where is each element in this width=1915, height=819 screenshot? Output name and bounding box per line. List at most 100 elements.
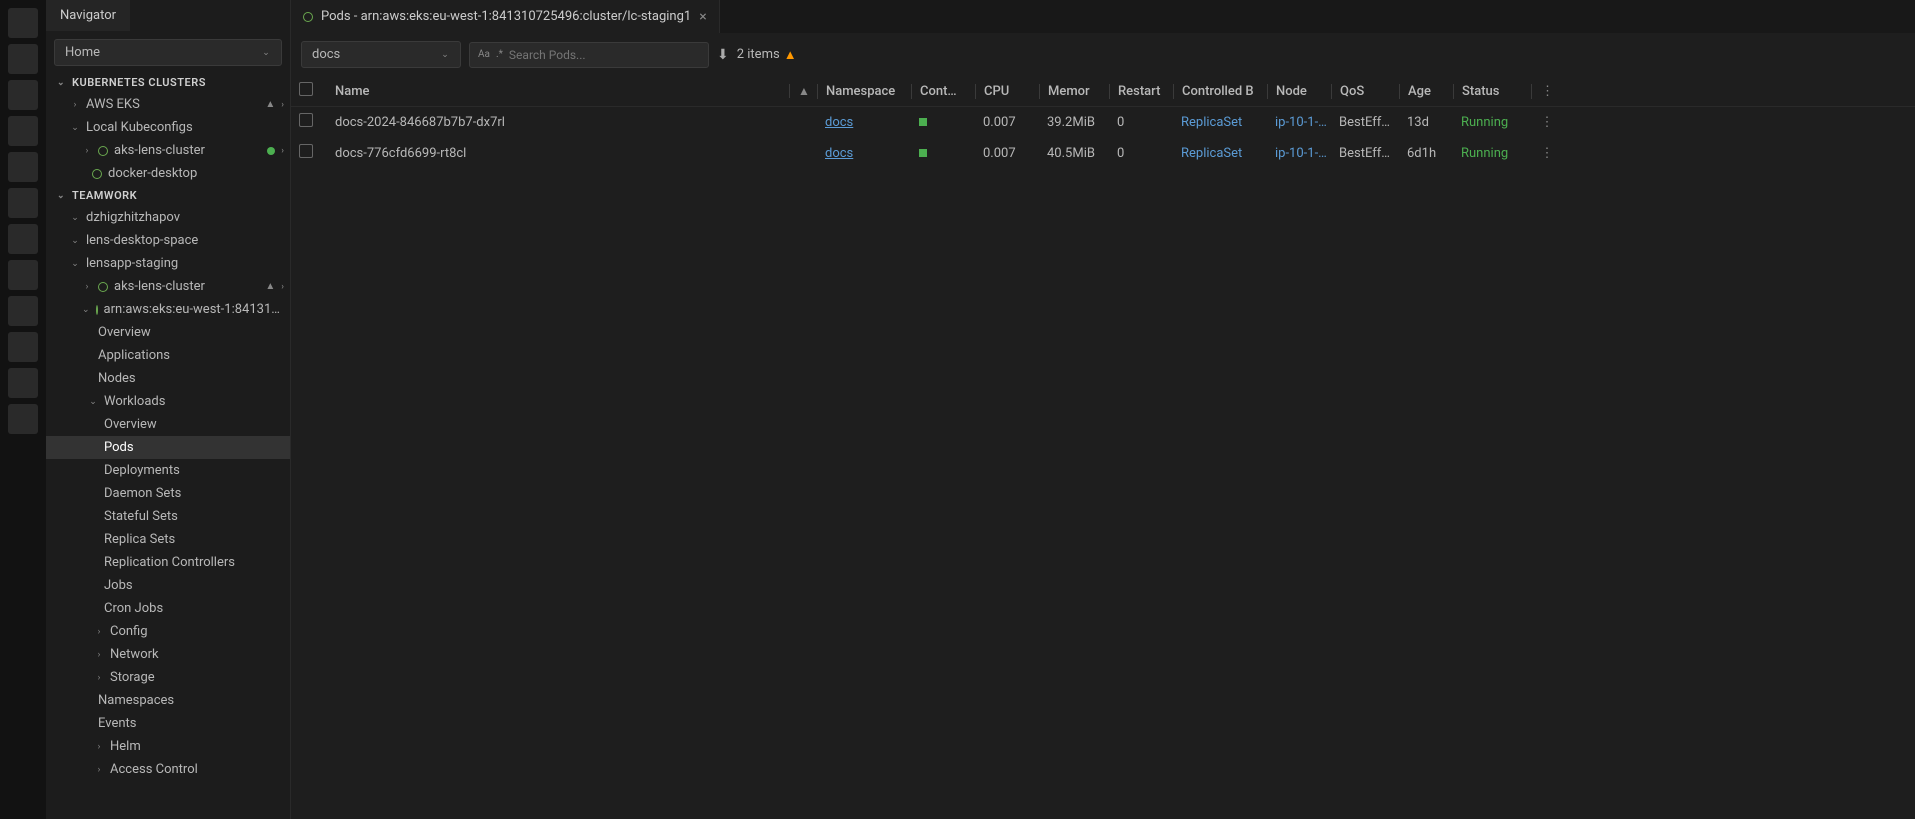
tree-item-aks-lens-cluster2[interactable]: › aks-lens-cluster ▲ › <box>46 275 290 298</box>
row-checkbox[interactable] <box>299 144 331 162</box>
col-status[interactable]: Status <box>1453 84 1527 99</box>
regex-toggle[interactable]: .* <box>496 49 503 60</box>
warning-icon: ▲ <box>265 99 275 110</box>
table-row[interactable]: docs-776cfd6699-rt8cl docs 0.007 40.5MiB… <box>291 138 1915 169</box>
select-all-checkbox[interactable] <box>299 82 331 100</box>
tree-item-local-kubeconfigs[interactable]: ⌄ Local Kubeconfigs <box>46 116 290 139</box>
col-containers[interactable]: Cont… <box>911 84 971 99</box>
table-header: Name ▲ Namespace Cont… CPU Memor Restart… <box>291 76 1915 107</box>
row-checkbox[interactable] <box>299 113 331 131</box>
namespace-select[interactable]: docs ⌄ <box>301 41 461 68</box>
rail-slot[interactable] <box>8 152 38 182</box>
rail-slot[interactable] <box>8 296 38 326</box>
tree-item-replica-sets[interactable]: Replica Sets <box>46 528 290 551</box>
row-menu-icon[interactable]: ⋮ <box>1531 146 1555 161</box>
tree-item-network[interactable]: › Network <box>46 643 290 666</box>
chevron-right-icon: › <box>281 146 284 156</box>
tree-item-nodes[interactable]: Nodes <box>46 367 290 390</box>
table-row[interactable]: docs-2024-846687b7b7-dx7rl docs 0.007 39… <box>291 107 1915 138</box>
download-icon[interactable]: ⬇ <box>717 47 729 63</box>
toolbar: docs ⌄ Aa .* ⬇ 2 items ▲ <box>291 33 1915 76</box>
rail-slot[interactable] <box>8 368 38 398</box>
tree-item-daemon-sets[interactable]: Daemon Sets <box>46 482 290 505</box>
sidebar-tabs: Navigator <box>46 0 290 31</box>
col-name[interactable]: Name <box>335 84 785 99</box>
rail-slot[interactable] <box>8 116 38 146</box>
tree-item-lensapp-staging[interactable]: ⌄ lensapp-staging <box>46 252 290 275</box>
tree-item-access-control[interactable]: › Access Control <box>46 758 290 781</box>
col-restarts[interactable]: Restart <box>1109 84 1169 99</box>
tree-item-workloads-overview[interactable]: Overview <box>46 413 290 436</box>
rail-slot[interactable] <box>8 260 38 290</box>
navigator-tab[interactable]: Navigator <box>46 0 130 31</box>
cell-node-link[interactable]: ip-10-1-24- <box>1267 146 1327 161</box>
cell-node-link[interactable]: ip-10-1-70- <box>1267 115 1327 130</box>
col-qos[interactable]: QoS <box>1331 84 1395 99</box>
rail-slot[interactable] <box>8 8 38 38</box>
section-teamwork[interactable]: ⌄ TEAMWORK <box>46 185 290 206</box>
col-node[interactable]: Node <box>1267 84 1327 99</box>
rail-slot[interactable] <box>8 404 38 434</box>
rail-slot[interactable] <box>8 224 38 254</box>
tree-item-config[interactable]: › Config <box>46 620 290 643</box>
tree-item-namespaces[interactable]: Namespaces <box>46 689 290 712</box>
cell-namespace-link[interactable]: docs <box>817 115 907 130</box>
cell-controlled-by-link[interactable]: ReplicaSet <box>1173 115 1263 130</box>
tree-item-overview[interactable]: Overview <box>46 321 290 344</box>
tree-item-events[interactable]: Events <box>46 712 290 735</box>
tree-item-user[interactable]: ⌄ dzhigzhitzhapov <box>46 206 290 229</box>
rail-slot[interactable] <box>8 44 38 74</box>
row-menu-icon[interactable]: ⋮ <box>1531 115 1555 130</box>
tab-pods[interactable]: Pods - arn:aws:eks:eu-west-1:84131072549… <box>291 0 720 33</box>
tree-item-lens-desktop-space[interactable]: ⌄ lens-desktop-space <box>46 229 290 252</box>
tree-item-applications[interactable]: Applications <box>46 344 290 367</box>
tree-item-deployments[interactable]: Deployments <box>46 459 290 482</box>
container-status-icon <box>919 149 927 157</box>
col-warning[interactable]: ▲ <box>789 84 813 98</box>
case-sensitive-toggle[interactable]: Aa <box>478 49 490 60</box>
home-select[interactable]: Home ⌄ <box>54 39 282 66</box>
nav-tree: ⌄ KUBERNETES CLUSTERS › AWS EKS ▲ › ⌄ Lo… <box>46 72 290 819</box>
col-namespace[interactable]: Namespace <box>817 84 907 99</box>
tree-item-docker-desktop[interactable]: docker-desktop <box>46 162 290 185</box>
tree-item-replication-controllers[interactable]: Replication Controllers <box>46 551 290 574</box>
chevron-right-icon: › <box>82 282 92 292</box>
tree-item-storage[interactable]: › Storage <box>46 666 290 689</box>
tree-item-aks-lens-cluster[interactable]: › aks-lens-cluster › <box>46 139 290 162</box>
rail-slot[interactable] <box>8 80 38 110</box>
rail-slot[interactable] <box>8 332 38 362</box>
col-age[interactable]: Age <box>1399 84 1449 99</box>
section-kubernetes-clusters[interactable]: ⌄ KUBERNETES CLUSTERS <box>46 72 290 93</box>
tree-item-cron-jobs[interactable]: Cron Jobs <box>46 597 290 620</box>
tree-label: Replication Controllers <box>104 555 235 570</box>
tree-item-helm[interactable]: › Helm <box>46 735 290 758</box>
tree-item-stateful-sets[interactable]: Stateful Sets <box>46 505 290 528</box>
tree-item-arn-cluster[interactable]: ⌄ arn:aws:eks:eu-west-1:84131… › <box>46 298 290 321</box>
tree-label: lens-desktop-space <box>86 233 198 248</box>
cell-name: docs-776cfd6699-rt8cl <box>335 146 785 161</box>
tree-item-workloads[interactable]: ⌄ Workloads <box>46 390 290 413</box>
tree-item-pods[interactable]: Pods <box>46 436 290 459</box>
pods-table: Name ▲ Namespace Cont… CPU Memor Restart… <box>291 76 1915 169</box>
chevron-down-icon: ⌄ <box>70 123 80 133</box>
tree-item-aws-eks[interactable]: › AWS EKS ▲ › <box>46 93 290 116</box>
tab-title: Pods - arn:aws:eks:eu-west-1:84131072549… <box>321 9 691 24</box>
chevron-down-icon: ⌄ <box>70 236 80 246</box>
tree-label: Events <box>98 716 136 731</box>
close-icon[interactable]: × <box>699 9 706 25</box>
tree-label: Overview <box>98 325 151 340</box>
col-memory[interactable]: Memor <box>1039 84 1105 99</box>
tree-label: Cron Jobs <box>104 601 163 616</box>
cell-controlled-by-link[interactable]: ReplicaSet <box>1173 146 1263 161</box>
col-controlled-by[interactable]: Controlled B <box>1173 84 1263 99</box>
cell-status: Running <box>1453 146 1527 161</box>
column-menu-icon[interactable]: ⋮ <box>1531 84 1555 99</box>
chevron-down-icon: ⌄ <box>82 305 90 315</box>
home-label: Home <box>65 45 100 60</box>
col-cpu[interactable]: CPU <box>975 84 1035 99</box>
cell-status: Running <box>1453 115 1527 130</box>
rail-slot[interactable] <box>8 188 38 218</box>
search-input[interactable] <box>509 48 700 62</box>
tree-item-jobs[interactable]: Jobs <box>46 574 290 597</box>
cell-namespace-link[interactable]: docs <box>817 146 907 161</box>
